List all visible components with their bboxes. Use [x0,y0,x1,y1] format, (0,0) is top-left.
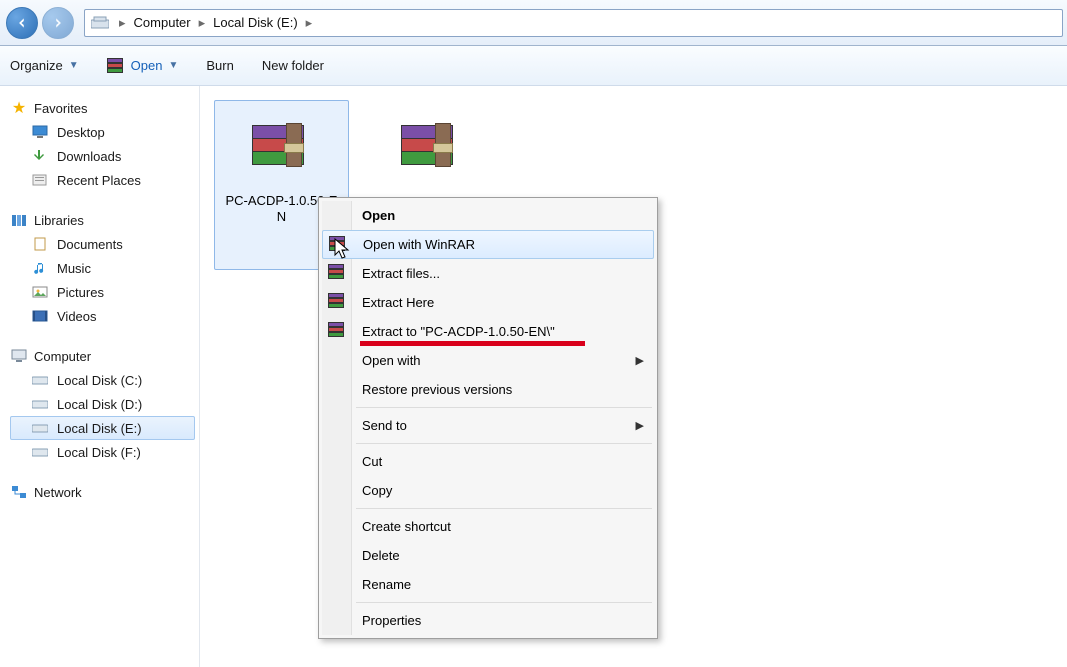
chevron-right-icon: ▶ [636,419,644,432]
context-menu-label: Extract Here [362,295,434,310]
pictures-icon [31,284,49,300]
context-menu-label: Extract files... [362,266,440,281]
context-menu-separator [356,407,652,408]
sidebar-head-libraries[interactable]: Libraries [10,210,195,232]
music-icon [31,260,49,276]
drive-icon [31,396,49,412]
desktop-icon [31,124,49,140]
network-icon [10,484,28,500]
chevron-right-icon: ▸ [302,15,317,31]
context-menu-item[interactable]: Open with ▶ [322,346,654,375]
sidebar-item-recent[interactable]: Recent Places [10,168,195,192]
context-menu-label: Open with WinRAR [363,237,475,252]
context-menu-label: Open with [362,353,421,368]
context-menu-label: Send to [362,418,407,433]
navigation-pane: ★ Favorites Desktop Downloads Recent Pla… [0,86,200,667]
downloads-icon [31,148,49,164]
context-menu-separator [356,443,652,444]
context-menu-item[interactable]: Open with WinRAR [322,230,654,259]
context-menu-label: Copy [362,483,392,498]
libraries-icon [10,212,28,228]
star-icon: ★ [10,100,28,116]
drive-icon [91,15,109,31]
context-menu-label: Create shortcut [362,519,451,534]
sidebar-item-desktop[interactable]: Desktop [10,120,195,144]
breadcrumb[interactable]: ▸ Computer ▸ Local Disk (E:) ▸ [84,9,1063,37]
context-menu-separator [356,602,652,603]
forward-button[interactable] [42,7,74,39]
back-button[interactable] [6,7,38,39]
context-menu-label: Extract to "PC-ACDP-1.0.50-EN\" [362,324,555,339]
sidebar-item-documents[interactable]: Documents [10,232,195,256]
recent-icon [31,172,49,188]
drive-icon [31,444,49,460]
rar-icon [107,58,125,74]
chevron-right-icon: ▸ [115,15,130,31]
context-menu-item[interactable]: Open [322,201,654,230]
drive-icon [31,420,49,436]
sidebar-head-network[interactable]: Network [10,482,195,504]
sidebar-head-favorites[interactable]: ★ Favorites [10,98,195,120]
computer-icon [10,348,28,364]
burn-button[interactable]: Burn [206,58,233,73]
new-folder-button[interactable]: New folder [262,58,324,73]
rar-icon [401,125,461,179]
documents-icon [31,236,49,252]
context-menu-item[interactable]: Create shortcut [322,512,654,541]
sidebar-item-disk-c[interactable]: Local Disk (C:) [10,368,195,392]
context-menu-label: Restore previous versions [362,382,512,397]
sidebar-item-downloads[interactable]: Downloads [10,144,195,168]
crumb-drive[interactable]: Local Disk (E:) [209,15,302,30]
sidebar-item-disk-e[interactable]: Local Disk (E:) [10,416,195,440]
context-menu-separator [356,508,652,509]
cursor-icon [334,238,354,260]
context-menu-label: Delete [362,548,400,563]
drive-icon [31,372,49,388]
open-button[interactable]: Open ▼ [107,58,179,74]
rar-icon [252,125,312,179]
context-menu-label: Open [362,208,395,223]
chevron-right-icon: ▶ [636,354,644,367]
context-menu-item[interactable]: Send to ▶ [322,411,654,440]
context-menu-item[interactable]: Cut [322,447,654,476]
context-menu-label: Cut [362,454,382,469]
chevron-down-icon: ▼ [69,60,79,71]
crumb-computer[interactable]: Computer [130,15,195,30]
toolbar: Organize▼ Open ▼ Burn New folder [0,46,1067,86]
context-menu: Open Open with WinRAR Extract files... Extr… [318,197,658,639]
context-menu-item[interactable]: Extract files... [322,259,654,288]
address-bar: ▸ Computer ▸ Local Disk (E:) ▸ [0,0,1067,46]
context-menu-label: Rename [362,577,411,592]
context-menu-item[interactable]: Properties [322,606,654,635]
sidebar-item-disk-d[interactable]: Local Disk (D:) [10,392,195,416]
sidebar-item-videos[interactable]: Videos [10,304,195,328]
sidebar-head-computer[interactable]: Computer [10,346,195,368]
videos-icon [31,308,49,324]
context-menu-label: Properties [362,613,421,628]
sidebar-item-pictures[interactable]: Pictures [10,280,195,304]
sidebar-item-disk-f[interactable]: Local Disk (F:) [10,440,195,464]
annotation-underline [360,341,585,346]
chevron-right-icon: ▸ [195,15,210,31]
chevron-down-icon: ▼ [168,60,178,71]
context-menu-item[interactable]: Delete [322,541,654,570]
organize-button[interactable]: Organize▼ [10,58,79,73]
sidebar-item-music[interactable]: Music [10,256,195,280]
context-menu-item[interactable]: Copy [322,476,654,505]
context-menu-item[interactable]: Rename [322,570,654,599]
context-menu-item[interactable]: Extract Here [322,288,654,317]
context-menu-item[interactable]: Restore previous versions [322,375,654,404]
